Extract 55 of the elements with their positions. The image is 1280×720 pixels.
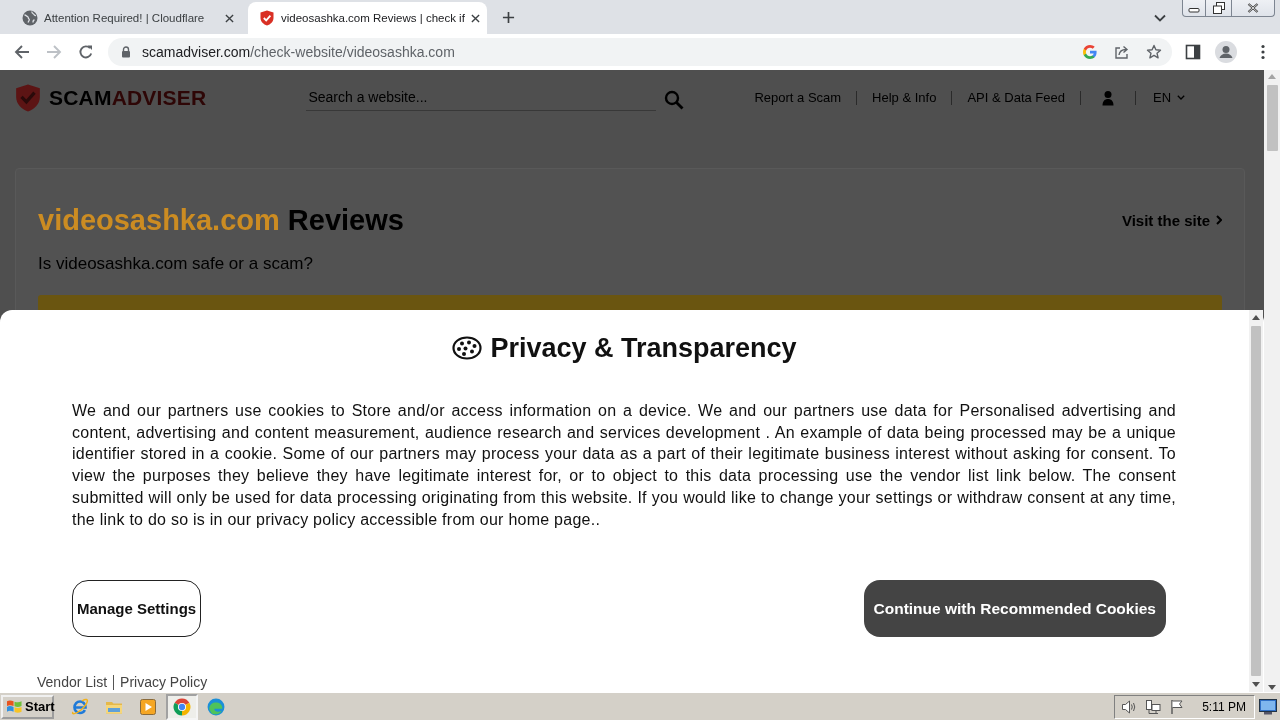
page-scrollbar[interactable]	[1264, 70, 1280, 692]
lock-icon	[121, 46, 131, 58]
plus-icon[interactable]	[502, 10, 515, 24]
desktop-icon[interactable]	[1259, 698, 1277, 715]
speaker-icon[interactable]	[1121, 698, 1138, 715]
share-icon[interactable]	[1114, 44, 1130, 60]
flag-icon[interactable]	[1169, 698, 1186, 715]
taskbar-app[interactable]	[166, 693, 198, 720]
page-subtitle: Is videosashka.com safe or a scam?	[38, 253, 314, 275]
close-button[interactable]	[1232, 0, 1275, 17]
close-icon[interactable]	[225, 13, 234, 23]
chevron-right-icon[interactable]	[1216, 215, 1222, 225]
settings-button[interactable]: Manage Settings	[72, 580, 202, 638]
chevron-down-icon[interactable]	[1154, 14, 1166, 22]
close-icon[interactable]	[470, 13, 480, 23]
scroll-up-arrow-icon[interactable]	[1252, 315, 1260, 320]
continue-button[interactable]: Continue with Recommended Cookies	[863, 580, 1166, 638]
scrollbar-thumb[interactable]	[1251, 326, 1261, 676]
restore-button[interactable]	[1206, 0, 1232, 17]
side-panel-icon[interactable]	[1185, 44, 1201, 60]
google-g-icon[interactable]	[1082, 44, 1098, 60]
menu-icon[interactable]	[1261, 44, 1265, 60]
start-button[interactable]: Start	[1, 694, 54, 719]
dialog-scrollbar[interactable]	[1249, 310, 1263, 692]
cookie-icon	[452, 336, 483, 360]
search-icon[interactable]	[664, 89, 685, 110]
address-bar[interactable]: scamadviser.com/check-website/videosashka.com	[108, 38, 1172, 66]
caret-down-icon[interactable]	[1177, 95, 1186, 100]
scrollbar-thumb[interactable]	[1266, 85, 1278, 151]
swirl-logo-icon	[207, 697, 225, 716]
browser-tab[interactable]: Attention Required! | Cloudflare	[8, 2, 245, 34]
minimize-button[interactable]	[1182, 0, 1206, 17]
footer-link[interactable]: Privacy Policy	[120, 673, 208, 692]
globe-icon	[22, 10, 38, 26]
search-field[interactable]: Search a website...	[306, 84, 657, 111]
page-heading: videosashka.com Reviews	[38, 203, 404, 238]
restore-icon	[1212, 2, 1225, 14]
profile-avatar-icon[interactable]	[1215, 41, 1237, 63]
dialog-title: Privacy & Transparency	[490, 332, 797, 365]
play-icon	[139, 697, 157, 716]
e-logo-icon	[71, 697, 89, 716]
browser-logo-icon	[173, 697, 191, 716]
network-icon[interactable]	[1145, 698, 1162, 715]
shield-icon	[259, 10, 275, 26]
minimize-icon	[1188, 7, 1200, 13]
clock: 5:11 PM	[1202, 699, 1246, 714]
flag-logo-icon	[6, 699, 23, 714]
back-arrow-icon[interactable]	[14, 44, 30, 60]
footer-link[interactable]: Vendor List	[37, 673, 108, 692]
reload-icon[interactable]	[78, 44, 94, 60]
star-icon[interactable]	[1146, 44, 1162, 60]
close-icon	[1247, 3, 1259, 13]
consent-text: We and our partners use cookies to Store and/or access information on a device. We and our partners use data for Personalised advertising and content, advertising and content measurement, audience research and services development . An example of data being processed may be a unique identifier stored in a cookie. Some of our partners may process your data as a part of their legitimate business interest without asking for consent. To view the purposes they believe they have legitimate interest for, or to object to this data processing use the vendor list link below. The consent submitted will only be used for data processing originating from this website. If you would like to change your settings or withdraw consent at any time, the link to do so is in our privacy policy accessible from our home page..	[72, 401, 1176, 530]
user-icon[interactable]	[1102, 89, 1114, 106]
browser-tab[interactable]: videosashka.com Reviews | check if	[248, 2, 487, 34]
